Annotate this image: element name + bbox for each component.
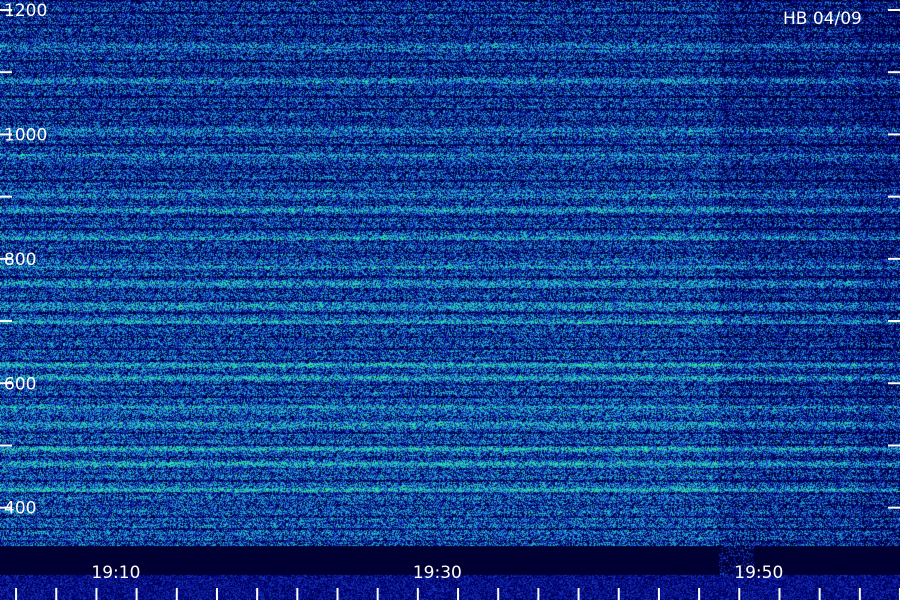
spectrogram-image — [0, 0, 900, 600]
y-tick-label: 1000 — [4, 125, 47, 145]
y-tick-label: 400 — [4, 499, 36, 519]
y-tick-label: 1200 — [4, 1, 47, 21]
x-tick-label: 19:30 — [413, 563, 462, 583]
spectrogram-chart: 1200 1000 800 600 400 19:10 19:30 19:50 HB 04/0… — [0, 0, 900, 600]
chart-title: HB 04/09 — [783, 9, 862, 29]
y-tick-label: 600 — [4, 374, 36, 394]
y-tick-label: 800 — [4, 250, 36, 270]
x-tick-label: 19:50 — [734, 563, 783, 583]
x-tick-label: 19:10 — [91, 563, 140, 583]
